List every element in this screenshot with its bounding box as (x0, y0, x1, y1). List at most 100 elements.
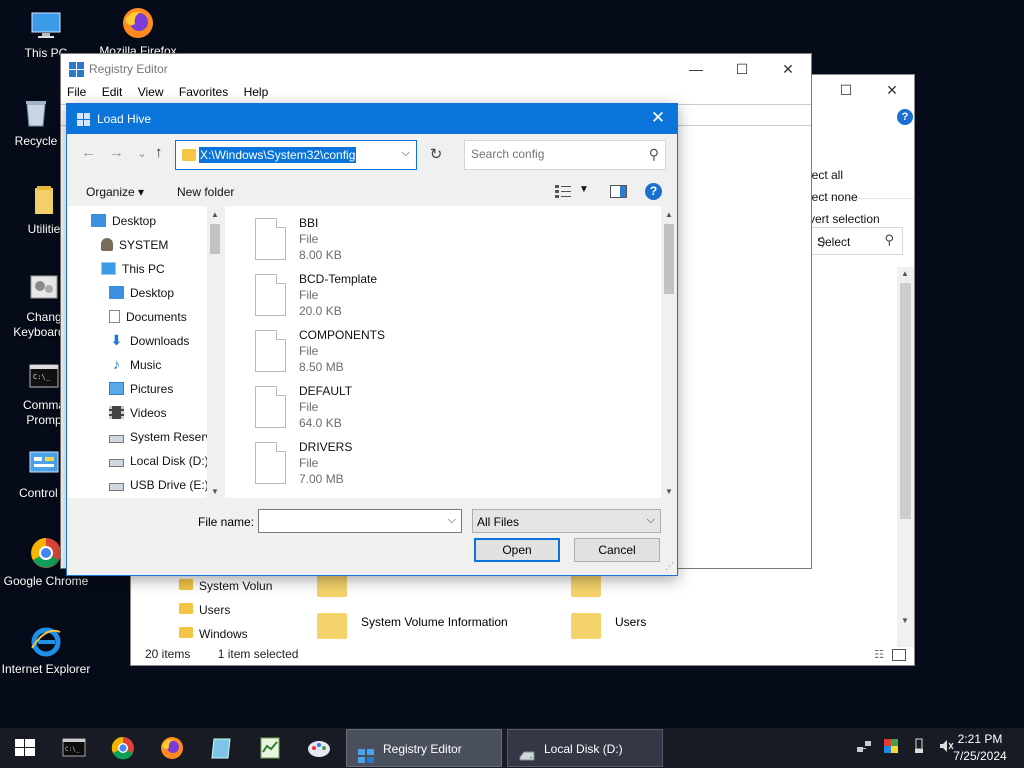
desktop-icon-firefox[interactable]: Mozilla Firefox (92, 6, 184, 59)
file-item[interactable]: BBI File 8.00 KB (255, 216, 555, 272)
minimize-button[interactable]: — (673, 54, 719, 84)
maximize-button[interactable]: ☐ (719, 54, 765, 84)
details-view-icon[interactable]: ☷ (874, 648, 884, 661)
taskbar-notepad[interactable] (202, 734, 240, 762)
file-item[interactable]: DRIVERS File 7.00 MB (255, 440, 555, 496)
taskbar-task-registry-editor[interactable]: Registry Editor (346, 729, 502, 767)
scroll-up-icon[interactable]: ▲ (901, 269, 909, 278)
view-dropdown-icon[interactable]: ▼ (579, 184, 589, 195)
maximize-button[interactable]: ☐ (823, 75, 869, 105)
tree-item-videos[interactable]: Videos (109, 402, 166, 424)
taskbar-command-prompt[interactable]: C:\_ (55, 734, 93, 762)
invert-selection-button[interactable]: vert selection (809, 212, 880, 226)
usb-device-icon[interactable] (911, 738, 927, 754)
scroll-down-icon[interactable]: ▼ (665, 487, 673, 496)
file-list-scrollbar[interactable]: ▲ ▼ (661, 206, 677, 498)
scroll-thumb[interactable] (900, 283, 911, 519)
tiles-view-icon[interactable] (892, 649, 906, 661)
recent-locations-chevron-icon[interactable]: ⌄ (137, 146, 147, 160)
taskbar-task-local-disk[interactable]: Local Disk (D:) (507, 729, 663, 767)
tree-scrollbar[interactable]: ▲ ▼ (207, 206, 223, 498)
desktop-icon-internet-explorer[interactable]: Internet Explorer (0, 624, 92, 677)
menu-file[interactable]: File (67, 85, 86, 99)
menu-favorites[interactable]: Favorites (179, 85, 228, 99)
select-none-button[interactable]: lect none (809, 190, 858, 204)
search-box[interactable]: ⚲ (464, 140, 666, 170)
view-options-icon[interactable] (555, 185, 571, 198)
menu-help[interactable]: Help (244, 85, 269, 99)
explorer-search-box[interactable]: :) ⚲ (811, 227, 903, 255)
new-folder-button[interactable]: New folder (177, 185, 234, 199)
regedit-titlebar[interactable]: Registry Editor — ☐ ✕ (61, 54, 811, 84)
chevron-down-icon[interactable]: ⌵ (448, 514, 456, 527)
menu-view[interactable]: View (138, 85, 164, 99)
taskbar-paint[interactable] (300, 734, 338, 762)
file-list[interactable]: BBI File 8.00 KB BCD-Template File 20.0 KB COM… (225, 206, 677, 498)
color-management-icon[interactable] (883, 738, 899, 754)
tree-item-system-reserve[interactable]: System Reserve (109, 426, 218, 448)
address-bar[interactable]: X:\Windows\System32\config ⌵ (175, 140, 417, 170)
menu-edit[interactable]: Edit (102, 85, 123, 99)
scroll-down-icon[interactable]: ▼ (901, 616, 909, 625)
up-arrow-icon[interactable]: ↑ (155, 144, 163, 161)
task-label: Registry Editor (383, 742, 462, 756)
close-button[interactable]: ✕ (869, 75, 915, 105)
refresh-icon[interactable]: ↻ (423, 140, 449, 170)
tree-item-downloads[interactable]: ⬇ Downloads (109, 330, 190, 352)
nav-item-system-volume[interactable]: System Volun (179, 579, 272, 593)
content-item-system-volume[interactable]: System Volume Information (317, 609, 517, 645)
tree-item-documents[interactable]: Documents (109, 306, 187, 328)
scroll-down-icon[interactable]: ▼ (211, 487, 219, 496)
chevron-down-icon[interactable]: ⌵ (647, 514, 655, 527)
drive-icon (109, 458, 124, 467)
tree-item-label: Local Disk (D:) (130, 454, 209, 468)
search-input[interactable] (471, 147, 641, 161)
preview-pane-icon[interactable] (610, 185, 627, 198)
file-item[interactable]: COMPONENTS File 8.50 MB (255, 328, 555, 384)
taskbar-chrome[interactable] (104, 734, 142, 762)
tree-item-this-pc[interactable]: This PC (101, 258, 165, 280)
tree-item-pictures[interactable]: Pictures (109, 378, 173, 400)
scroll-thumb[interactable] (210, 224, 220, 254)
tree-item-music[interactable]: ♪ Music (109, 354, 161, 376)
select-all-button[interactable]: lect all (809, 168, 843, 182)
file-name-input[interactable] (263, 514, 433, 528)
file-item[interactable]: BCD-Template File 20.0 KB (255, 272, 555, 328)
tree-item-usb-drive-e[interactable]: USB Drive (E:) (109, 474, 209, 496)
load-hive-dialog[interactable]: Load Hive ✕ ← → ⌄ ↑ X:\Windows\System32\… (66, 103, 678, 576)
open-button[interactable]: Open (474, 538, 560, 562)
scroll-thumb[interactable] (664, 224, 674, 294)
dialog-titlebar[interactable]: Load Hive ✕ (67, 104, 677, 134)
drive-icon (518, 741, 536, 761)
tree-item-desktop[interactable]: Desktop (109, 282, 174, 304)
tree-item-desktop[interactable]: Desktop (91, 210, 156, 232)
start-button[interactable] (6, 734, 44, 762)
cancel-button[interactable]: Cancel (574, 538, 660, 562)
user-icon (101, 238, 113, 252)
chevron-down-icon[interactable]: ⌵ (402, 147, 410, 160)
nav-item-users[interactable]: Users (179, 603, 230, 617)
resize-grip-icon[interactable]: ⋰ (665, 561, 674, 572)
scroll-up-icon[interactable]: ▲ (211, 210, 219, 219)
close-button[interactable]: ✕ (647, 108, 669, 128)
tree-item-local-disk-d[interactable]: Local Disk (D:) (109, 450, 209, 472)
network-icon[interactable] (856, 738, 872, 754)
close-button[interactable]: ✕ (765, 54, 811, 84)
organize-button[interactable]: Organize ▾ (86, 185, 144, 199)
content-item-users[interactable]: Users (571, 609, 691, 645)
taskbar-task-manager[interactable] (251, 734, 289, 762)
nav-item-windows[interactable]: Windows (179, 627, 248, 641)
address-path[interactable]: X:\Windows\System32\config (199, 147, 357, 163)
file-type-select[interactable]: All Files ⌵ (472, 509, 661, 533)
tree-item-system[interactable]: SYSTEM (101, 234, 168, 256)
back-arrow-icon[interactable]: ← (81, 144, 96, 161)
forward-arrow-icon[interactable]: → (109, 144, 124, 161)
scroll-up-icon[interactable]: ▲ (665, 210, 673, 219)
explorer-scrollbar[interactable]: ▲ ▼ (897, 267, 914, 647)
help-icon[interactable]: ? (645, 183, 662, 200)
taskbar-clock[interactable]: 2:21 PM 7/25/2024 (950, 731, 1010, 765)
navigation-tree[interactable]: Desktop SYSTEM This PC Desktop Documents ⬇ Dow… (67, 206, 223, 498)
file-item[interactable]: DEFAULT File 64.0 KB (255, 384, 555, 440)
taskbar-firefox[interactable] (153, 734, 191, 762)
file-name-combobox[interactable]: ⌵ (258, 509, 462, 533)
